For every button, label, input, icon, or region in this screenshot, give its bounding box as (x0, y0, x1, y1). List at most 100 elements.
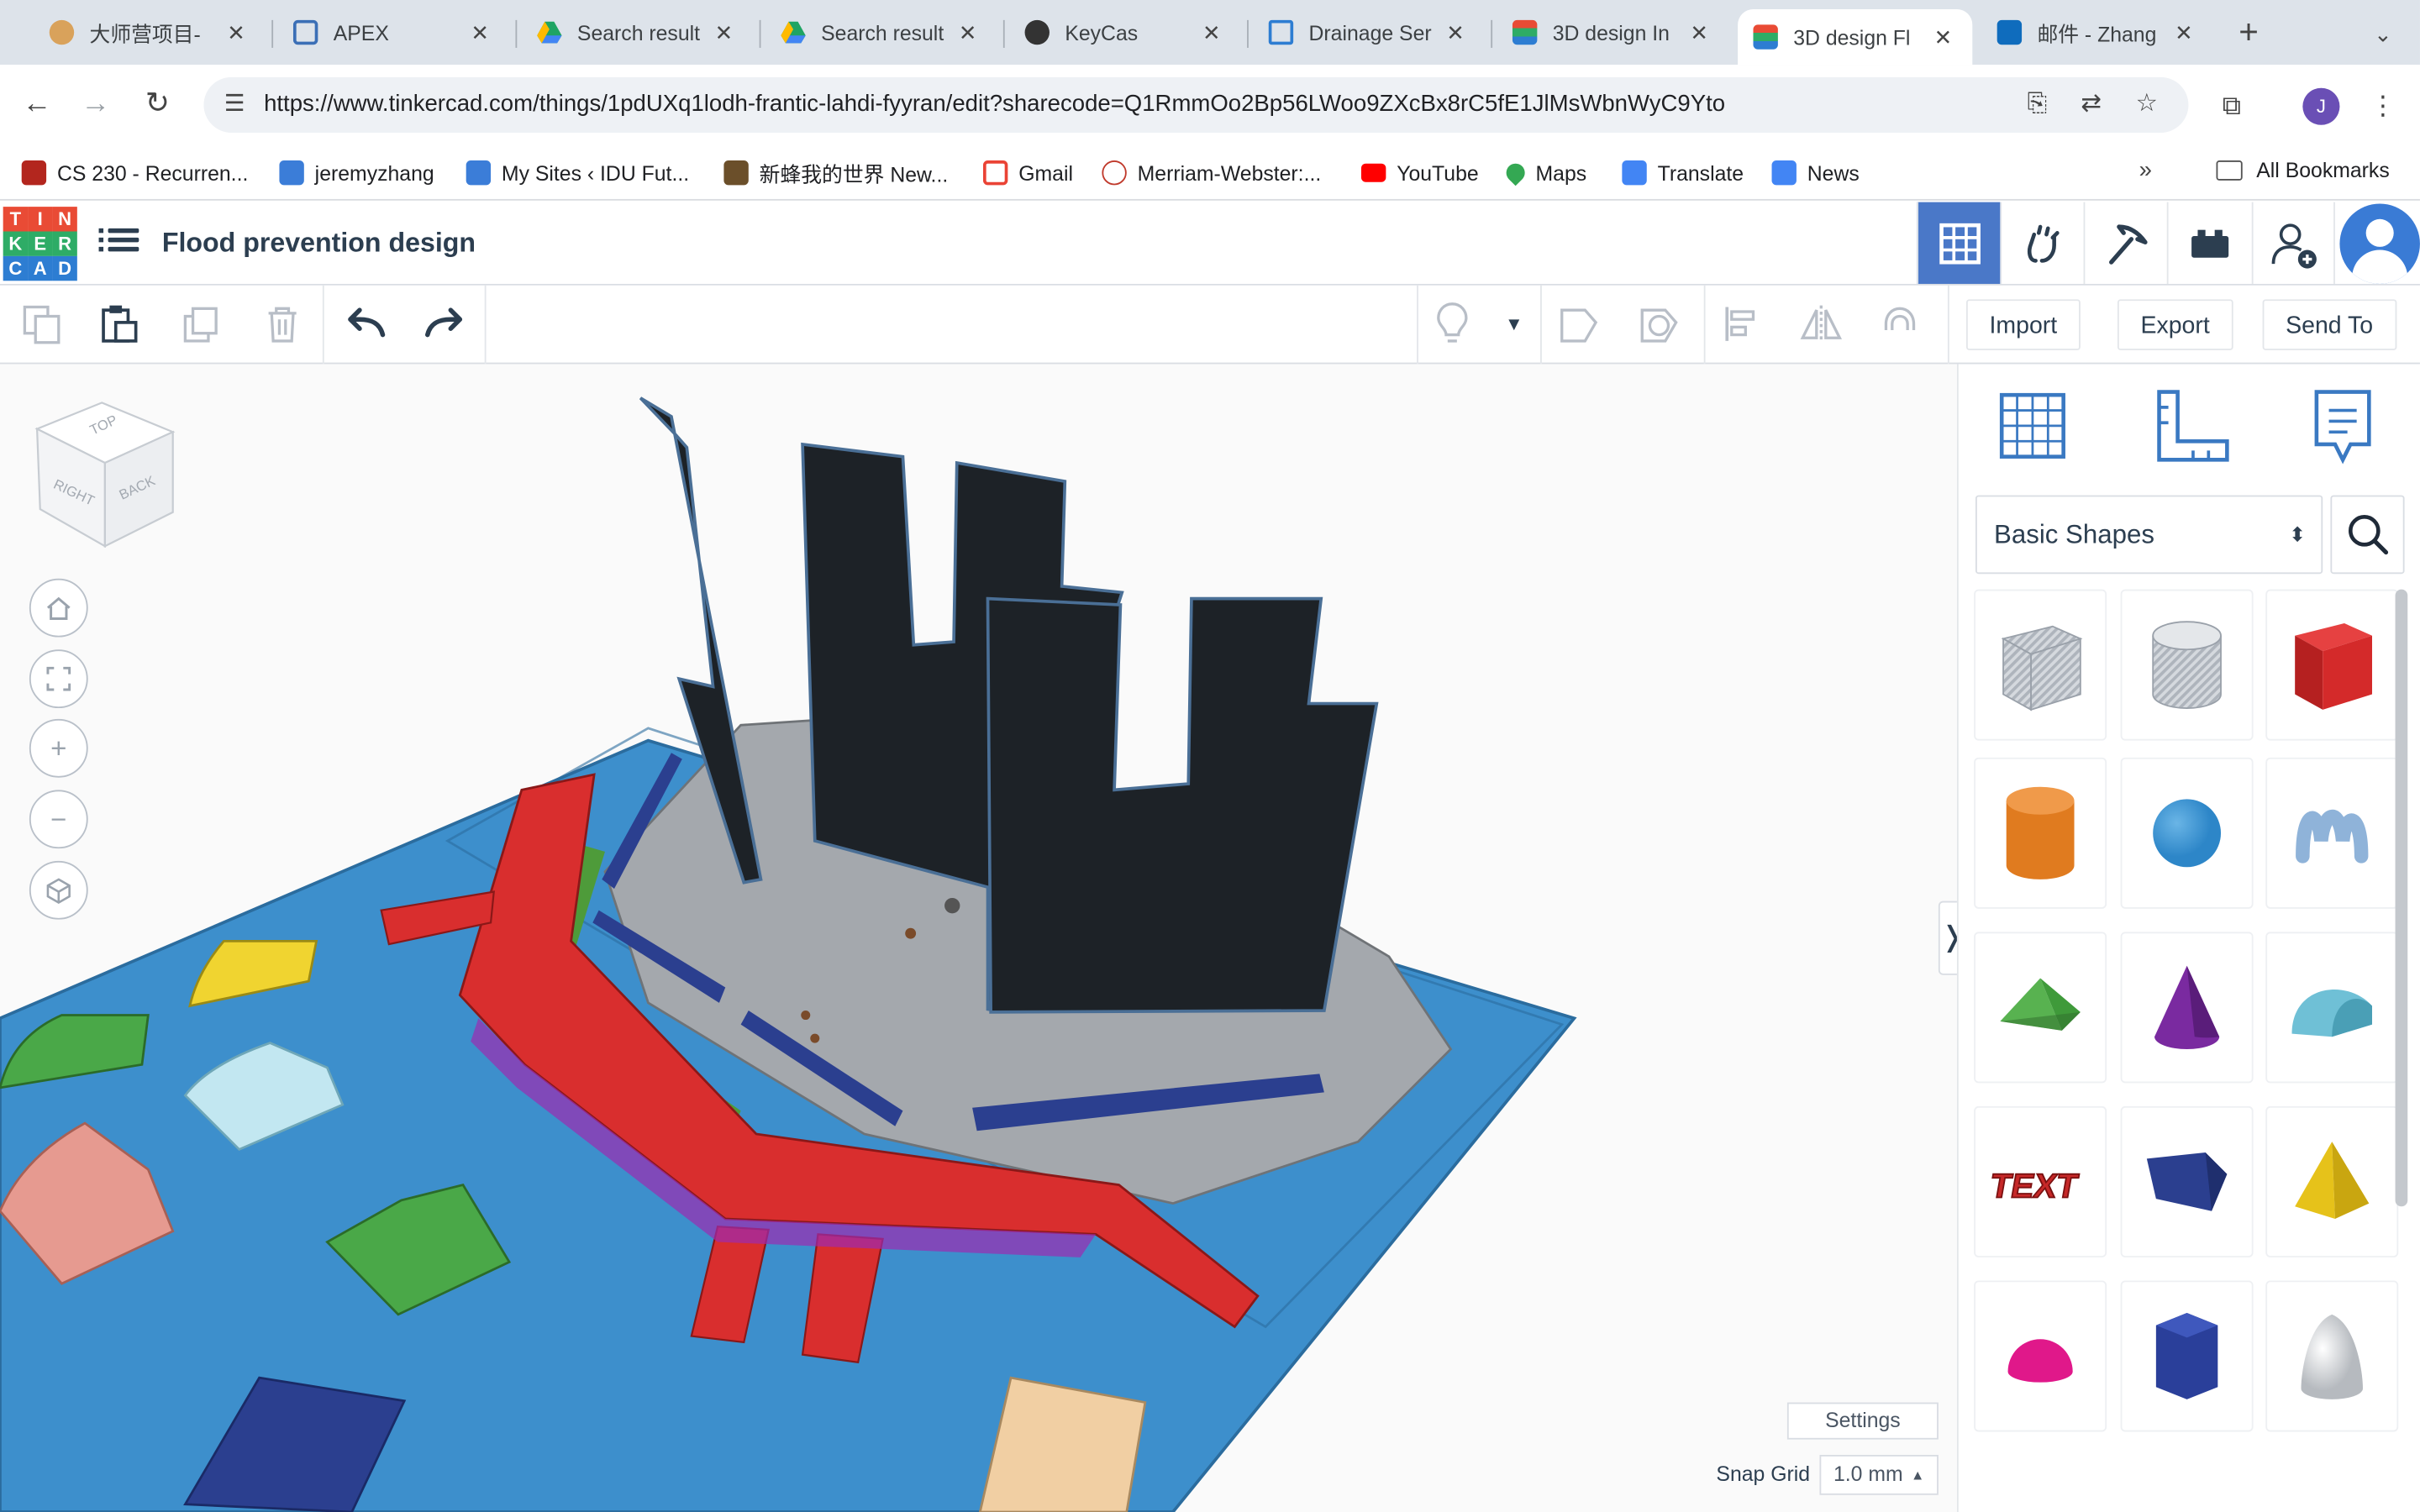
shape-outline-icon[interactable] (1555, 301, 1602, 347)
site-info-icon[interactable]: ☰ (216, 87, 253, 123)
workplane-viewport[interactable]: TOP RIGHT BACK + − Settings Snap Grid 1.… (0, 364, 1957, 1512)
browser-tab[interactable]: APEX ✕ (278, 8, 510, 57)
close-icon[interactable]: ✕ (1441, 19, 1469, 45)
tab-search-button[interactable]: ⌄ (2361, 13, 2404, 55)
bookmark-item[interactable]: YouTube (1360, 157, 1479, 188)
more-bookmarks-button[interactable]: » (2139, 157, 2152, 183)
profile-avatar[interactable]: J (2302, 87, 2340, 125)
bookmark-item[interactable]: Gmail (982, 157, 1073, 188)
grid-view-icon[interactable] (1917, 202, 2001, 284)
shape-half-sphere[interactable] (1974, 1280, 2107, 1432)
shape-scribble[interactable] (2265, 757, 2399, 909)
bricks-icon[interactable] (2166, 202, 2250, 284)
bookmark-item[interactable]: CS 230 - Recurren... (21, 157, 248, 188)
bookmark-item[interactable]: 新蜂我的世界 New... (723, 157, 948, 188)
light-bulb-icon[interactable] (1429, 301, 1476, 347)
search-button[interactable] (2330, 495, 2405, 575)
mirror-icon[interactable] (1798, 301, 1844, 347)
shape-paraboloid[interactable] (2265, 1280, 2399, 1432)
bookmark-star-icon[interactable]: ☆ (2128, 87, 2165, 123)
shape-box-hole[interactable] (1974, 589, 2107, 741)
close-icon[interactable]: ✕ (1686, 19, 1713, 45)
fit-view-icon[interactable] (29, 649, 88, 709)
notes-icon[interactable] (2295, 380, 2391, 470)
view-cube[interactable]: TOP RIGHT BACK (34, 395, 180, 549)
browser-tab[interactable]: Drainage Ser ✕ (1253, 8, 1485, 57)
bookmark-item[interactable]: Maps (1502, 157, 1586, 188)
invite-user-icon[interactable] (2251, 202, 2335, 284)
user-avatar[interactable] (2339, 203, 2420, 284)
shape-round-roof[interactable] (2265, 932, 2399, 1084)
shape-cylinder[interactable] (1974, 757, 2107, 909)
bookmark-item[interactable]: Merriam-Webster:... (1102, 157, 1321, 188)
close-icon[interactable]: ✕ (1197, 19, 1225, 45)
shape-polygon[interactable] (2120, 1280, 2254, 1432)
send-to-button[interactable]: Send To (2262, 299, 2396, 350)
extensions-icon[interactable]: ⧉ (2212, 87, 2252, 127)
bookmark-item[interactable]: jeremyzhang (279, 157, 434, 188)
hole-shape-icon[interactable] (1636, 301, 1682, 347)
magnet-icon[interactable] (1876, 301, 1923, 347)
shape-library-select[interactable]: Basic Shapes ⬍ (1975, 495, 2323, 575)
sim-lab-icon[interactable] (2000, 202, 2083, 284)
tinkercad-logo[interactable]: TINKERCAD (3, 207, 77, 281)
design-title[interactable]: Flood prevention design (162, 227, 476, 260)
browser-tab[interactable]: KeyCas ✕ (1009, 8, 1241, 57)
shape-cone[interactable] (2120, 932, 2254, 1084)
new-tab-button[interactable]: + (2228, 13, 2269, 55)
align-icon[interactable] (1719, 301, 1765, 347)
shape-sphere[interactable] (2120, 757, 2254, 909)
home-view-icon[interactable] (29, 578, 88, 638)
browser-tab[interactable]: Search result ✕ (765, 8, 997, 57)
perspective-icon[interactable] (29, 860, 88, 920)
browser-tab-active[interactable]: 3D design Fl ✕ (1738, 9, 1973, 66)
panel-scrollbar[interactable] (2395, 589, 2408, 1207)
shape-cylinder-hole[interactable] (2120, 589, 2254, 741)
install-app-icon[interactable]: ⎘ (2018, 87, 2055, 123)
paste-icon[interactable] (96, 301, 142, 347)
back-button[interactable]: ← (15, 83, 58, 126)
address-bar[interactable]: ☰ https://www.tinkercad.com/things/1pdUX… (203, 76, 2189, 133)
shape-pyramid[interactable] (2265, 1105, 2399, 1257)
browser-tab[interactable]: 邮件 - Zhang ✕ (1981, 8, 2213, 57)
undo-icon[interactable] (343, 301, 389, 347)
chevron-down-icon[interactable]: ▼ (1491, 301, 1537, 347)
close-icon[interactable]: ✕ (1929, 24, 1957, 50)
browser-tab[interactable]: 大师营项目- ✕ (34, 8, 266, 57)
shape-box[interactable] (2265, 589, 2399, 741)
translate-icon[interactable]: ⇄ (2073, 87, 2110, 123)
shape-roof[interactable] (1974, 932, 2107, 1084)
minecraft-pickaxe-icon[interactable] (2083, 202, 2167, 284)
redo-icon[interactable] (421, 301, 467, 347)
settings-button[interactable]: Settings (1786, 1402, 1939, 1440)
bookmark-item[interactable]: Translate (1622, 157, 1744, 188)
close-icon[interactable]: ✕ (710, 19, 738, 45)
duplicate-icon[interactable] (179, 301, 225, 347)
zoom-in-icon[interactable]: + (29, 718, 88, 778)
close-icon[interactable]: ✕ (466, 19, 494, 45)
close-icon[interactable]: ✕ (954, 19, 981, 45)
bookmark-item[interactable]: News (1771, 157, 1860, 188)
browser-tab[interactable]: 3D design In ✕ (1497, 8, 1729, 57)
design-menu-icon[interactable] (98, 223, 139, 260)
url-text[interactable]: https://www.tinkercad.com/things/1pdUXq1… (264, 91, 1725, 117)
copy-icon[interactable] (18, 301, 65, 347)
delete-icon[interactable] (260, 301, 306, 347)
workplane-icon[interactable] (1986, 380, 2082, 470)
browser-tab[interactable]: Search result ✕ (522, 8, 754, 57)
import-button[interactable]: Import (1965, 299, 2081, 350)
3d-scene[interactable] (0, 364, 1957, 1512)
close-icon[interactable]: ✕ (2170, 19, 2197, 45)
zoom-out-icon[interactable]: − (29, 790, 88, 849)
browser-menu-icon[interactable]: ⋮ (2363, 87, 2403, 127)
export-button[interactable]: Export (2117, 299, 2233, 350)
all-bookmarks-button[interactable]: All Bookmarks (2216, 159, 2390, 182)
bookmark-item[interactable]: My Sites ‹ IDU Fut... (466, 157, 689, 188)
close-icon[interactable]: ✕ (222, 19, 250, 45)
shape-text[interactable]: TEXT (1974, 1105, 2107, 1257)
forward-button[interactable]: → (74, 83, 117, 126)
reload-button[interactable]: ↻ (136, 83, 179, 126)
shape-half-box[interactable] (2120, 1105, 2254, 1257)
ruler-icon[interactable] (2141, 380, 2237, 470)
snap-grid-select[interactable]: 1.0 mm ▲ (1819, 1455, 1939, 1495)
